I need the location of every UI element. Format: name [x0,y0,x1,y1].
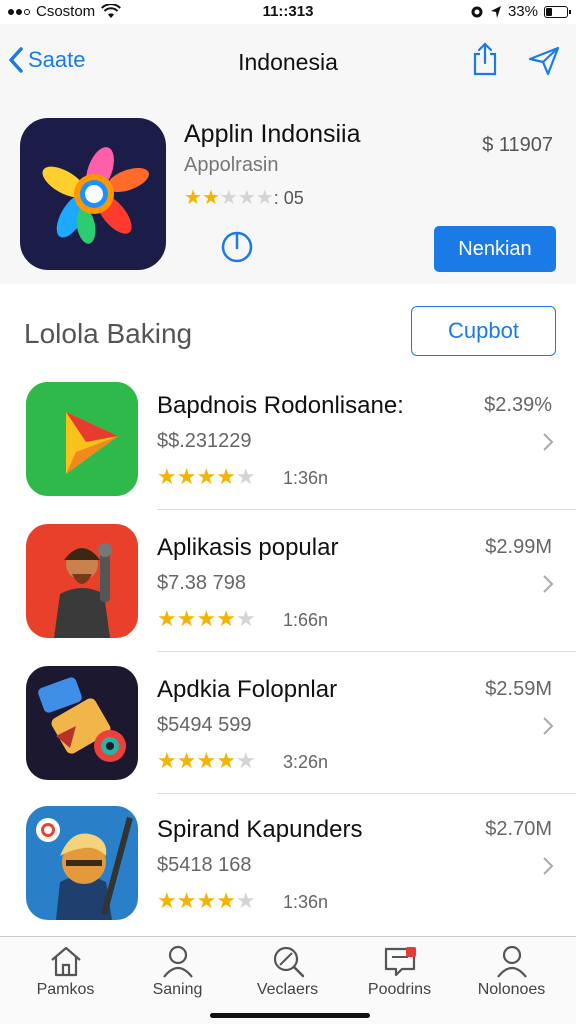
star-icon: ★ [176,464,197,489]
star-icon: ★ [184,187,202,209]
app-subtitle: $7.38 798 [157,572,246,594]
battery-icon [544,5,571,18]
app-subtitle: $5418 168 [157,854,252,876]
star-icon: ★ [216,748,236,773]
rating-stars: ★★★★★ [157,890,256,912]
alarm-icon [471,6,483,17]
chevron-right-icon [543,717,554,735]
star-icon: ★ [219,187,238,209]
star-icon: ★ [157,464,177,489]
featured-app-rating: ★★★★★ : 05 [184,188,304,209]
featured-app: Applin Indonsiia Appolrasin ★★★★★ : 05 $… [0,100,576,284]
list-item[interactable]: Spirand Kapunders $5418 168 ★ ★ ★ ★ ★ 1:36n … [0,794,576,934]
star-icon: ★ [255,187,274,209]
tab-label: Saning [152,981,203,998]
section-action-button[interactable]: Cupbot [411,306,556,356]
tab-nolonoes[interactable]: Nolonoes [454,943,569,999]
star-icon: ★ [216,464,236,489]
chevron-right-icon [543,575,554,593]
star-icon: ★ [235,888,256,913]
rating-stars: ★★★★★ [184,188,274,209]
app-subtitle: $5494 599 [157,714,252,736]
app-name: Spirand Kapunders [157,816,363,843]
notification-badge [406,947,416,957]
app-name: Bapdnois Rodonlisane: [157,392,404,419]
featured-app-subtitle: Appolrasin [184,154,279,176]
app-icon [26,806,138,920]
star-icon: ★ [196,464,217,489]
featured-app-icon[interactable] [20,118,166,270]
app-name: Apdkia Folopnlar [157,676,338,703]
rating-stars: ★★★★★ [157,608,256,630]
rating-count: 3:26n [283,752,329,772]
featured-app-name[interactable]: Applin Indonsiia [184,120,361,149]
featured-app-price: $ 11907 [482,134,553,156]
status-right: 33% [470,3,571,20]
navigation-bar: Saate Indonesia [0,24,576,100]
app-price: $2.99M [485,536,552,558]
tab-label: Poodrins [367,981,432,998]
power-icon[interactable] [219,228,255,264]
rating-count: 1:66n [283,610,329,630]
rating-count: 1:36n [283,892,329,912]
star-icon: ★ [216,606,236,631]
star-icon: ★ [157,748,177,773]
status-bar: Csostom 11::313 33% [0,0,576,24]
star-icon: ★ [196,888,217,913]
star-icon: ★ [196,606,217,631]
rating-stars: ★★★★★ [157,750,256,772]
app-icon [26,524,138,638]
star-icon: ★ [176,748,197,773]
app-price: $2.59M [485,678,552,700]
app-price: $2.39% [484,394,552,416]
rating-count: : 05 [273,188,304,208]
list-item[interactable]: Aplikasis popular $7.38 798 ★ ★ ★ ★ ★ 1:66n … [0,512,576,652]
rating-count: 1:36n [283,468,329,488]
tab-bar: Pamkos Saning Veclaers Poodrins Nolonoes [0,936,576,1024]
star-icon: ★ [196,748,217,773]
person-icon [162,945,193,978]
tab-label: Pamkos [36,981,95,998]
section-title: Lolola Baking [24,318,193,349]
search-icon [273,946,304,978]
rating-stars: ★★★★★ [157,466,256,488]
app-name: Aplikasis popular [157,534,339,561]
profile-icon [496,945,527,978]
star-icon: ★ [176,606,197,631]
divider [157,509,576,510]
home-indicator [210,1013,370,1018]
app-subtitle: $$.231229 [157,430,252,452]
star-icon: ★ [235,748,256,773]
tab-label: Nolonoes [477,981,546,998]
star-icon: ★ [176,888,197,913]
tab-label: Veclaers [256,981,319,998]
home-icon [50,946,81,977]
send-icon[interactable] [528,46,560,76]
star-icon: ★ [201,187,220,209]
star-icon: ★ [235,464,256,489]
battery-percent: 33% [507,3,538,20]
chevron-right-icon [543,433,554,451]
list-item[interactable]: Bapdnois Rodonlisane: $$.231229 ★ ★ ★ ★ ★ 1:… [0,370,576,510]
share-icon[interactable] [472,42,498,76]
tab-saning[interactable]: Saning [120,943,235,999]
get-button[interactable]: Nenkian [434,226,556,272]
chevron-right-icon [543,857,554,875]
tab-veclaers[interactable]: Veclaers [230,943,345,999]
star-icon: ★ [216,888,236,913]
list-item[interactable]: Apdkia Folopnlar $5494 599 ★ ★ ★ ★ ★ 3:26n $… [0,654,576,794]
star-icon: ★ [237,187,256,209]
location-arrow-icon [490,5,501,18]
star-icon: ★ [157,606,177,631]
tab-pamkos[interactable]: Pamkos [8,943,123,999]
app-icon [26,666,138,780]
app-icon [26,382,138,496]
divider [157,651,576,652]
tab-poodrins[interactable]: Poodrins [342,943,457,999]
star-icon: ★ [235,606,256,631]
star-icon: ★ [157,888,177,913]
app-price: $2.70M [485,818,552,840]
